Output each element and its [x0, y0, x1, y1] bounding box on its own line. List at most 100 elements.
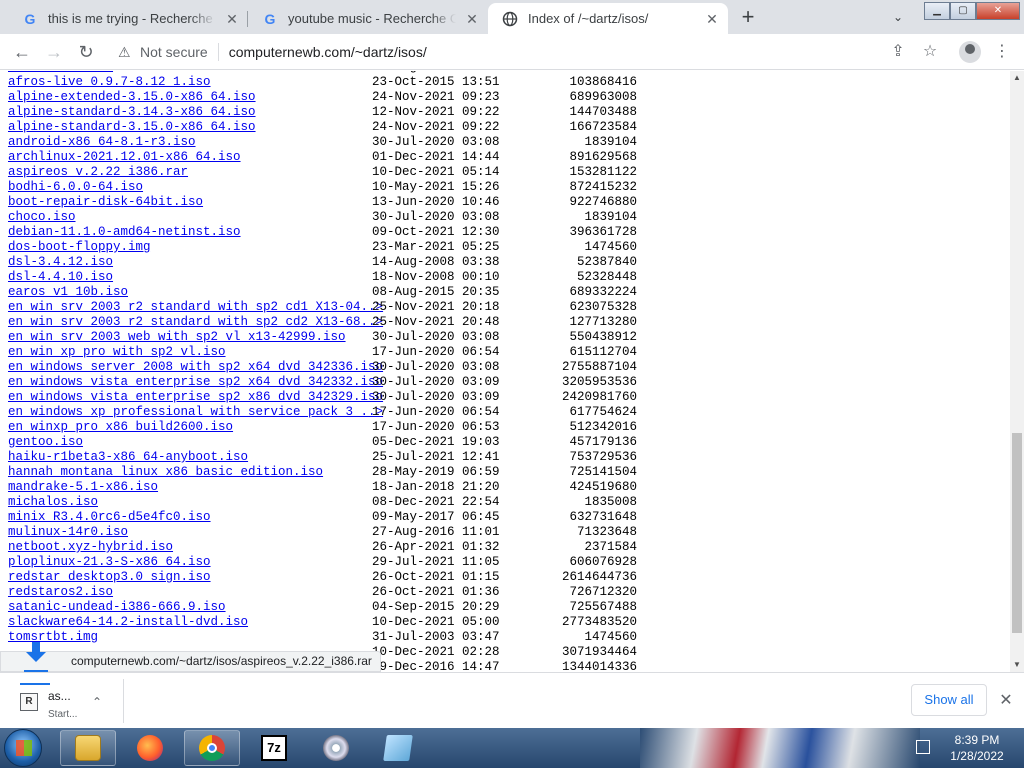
file-link[interactable]: gentoo.iso — [8, 435, 83, 450]
file-link[interactable]: en_win_xp_pro_with_sp2_vl.iso — [8, 345, 226, 360]
file-link[interactable]: redstar_desktop3.0_sign.iso — [8, 570, 211, 585]
chrome-icon[interactable] — [184, 730, 240, 766]
vertical-scrollbar[interactable]: ▲ ▼ — [1010, 71, 1024, 672]
file-link[interactable]: dsl-4.4.10.iso — [8, 270, 113, 285]
file-date: 18-Nov-2008 00:10 — [372, 270, 500, 284]
tab-index-isos[interactable]: Index of /~dartz/isos/ ✕ — [488, 3, 728, 34]
file-size: 52387840 — [576, 255, 637, 269]
back-button[interactable]: ← — [10, 40, 34, 64]
file-date: 01-Dec-2021 14:44 — [372, 150, 500, 164]
scrollbar-thumb[interactable] — [1012, 433, 1022, 633]
warning-triangle-icon[interactable]: ⚠ — [118, 44, 134, 61]
file-size: 1839104 — [584, 210, 637, 224]
file-link[interactable]: alpine-standard-3.15.0-x86_64.iso — [8, 120, 256, 135]
file-link[interactable]: afros-live_0.9.7-8.12_1.iso — [8, 75, 211, 90]
forward-button[interactable]: → — [42, 40, 66, 64]
close-icon[interactable]: ✕ — [704, 11, 720, 27]
file-size: 457179136 — [569, 435, 637, 449]
file-link[interactable]: bodhi-6.0.0-64.iso — [8, 180, 143, 195]
profile-avatar-icon[interactable] — [959, 41, 981, 63]
file-size: 872415232 — [569, 180, 637, 194]
url-text[interactable]: computernewb.com/~dartz/isos/ — [229, 44, 427, 60]
file-link[interactable]: en_windows_server_2008_with_sp2_x64_dvd_… — [8, 360, 383, 375]
file-link[interactable]: en_win_srv_2003_r2_standard_with_sp2_cd2… — [8, 315, 383, 330]
file-link[interactable]: alpine-standard-3.14.3-x86_64.iso — [8, 105, 256, 120]
bookmark-star-icon[interactable]: ☆ — [920, 42, 940, 62]
tab-search-button[interactable]: ⌄ — [886, 6, 910, 28]
file-date: 17-Jun-2020 06:54 — [372, 345, 500, 359]
file-size: 3071934464 — [561, 645, 637, 659]
file-link[interactable]: haiku-r1beta3-x86_64-anyboot.iso — [8, 450, 248, 465]
file-link[interactable]: en_windows_xp_professional_with_service_… — [8, 405, 383, 420]
menu-icon[interactable]: ⋮ — [992, 42, 1012, 62]
file-link[interactable]: en_win_srv_2003_r2_standard_with_sp2_cd1… — [8, 300, 383, 315]
file-date: 25-Nov-2021 20:48 — [372, 315, 500, 329]
file-size: 52328448 — [576, 270, 637, 284]
close-icon[interactable]: ✕ — [224, 11, 240, 27]
file-link[interactable]: dos-boot-floppy.img — [8, 240, 151, 255]
file-link[interactable]: mulinux-14r0.iso — [8, 525, 128, 540]
file-link[interactable]: ploplinux-21.3-S-x86_64.iso — [8, 555, 211, 570]
maximize-button[interactable]: ▢ — [950, 2, 976, 20]
7zip-icon[interactable]: 7z — [246, 730, 302, 766]
scroll-down-icon[interactable]: ▼ — [1010, 658, 1024, 672]
file-size: 891629568 — [569, 150, 637, 164]
tab-google-search-1[interactable]: G this is me trying - Recherche Google ✕ — [8, 3, 248, 34]
file-link[interactable]: netboot.xyz-hybrid.iso — [8, 540, 173, 555]
security-label[interactable]: Not secure — [140, 44, 208, 60]
file-link[interactable]: choco.iso — [8, 210, 76, 225]
file-link[interactable]: en_winxp_pro_x86_build2600.iso — [8, 420, 233, 435]
file-link[interactable]: debian-11.1.0-amd64-netinst.iso — [8, 225, 241, 240]
file-link[interactable]: minix_R3.4.0rc6-d5e4fc0.iso — [8, 510, 211, 525]
close-icon[interactable]: ✕ — [996, 690, 1016, 710]
file-link[interactable]: earos_v1_10b.iso — [8, 285, 128, 300]
file-date: 31-Jul-2003 03:47 — [372, 630, 500, 644]
file-link[interactable]: michalos.iso — [8, 495, 98, 510]
file-link[interactable]: redstaros2.iso — [8, 585, 113, 600]
file-link[interactable]: dsl-3.4.12.iso — [8, 255, 113, 270]
file-date: 26-Oct-2021 01:15 — [372, 570, 500, 584]
show-all-button[interactable]: Show all — [911, 684, 987, 716]
file-link[interactable]: hannah_montana_linux_x86_basic_edition.i… — [8, 465, 323, 480]
tab-title: this is me trying - Recherche Google — [48, 11, 216, 26]
file-link[interactable]: en_win_srv_2003_web_with_sp2_vl_x13-4299… — [8, 330, 346, 345]
clock-time[interactable]: 8:39 PM — [942, 733, 1012, 747]
file-link[interactable]: mandrake-5.1-x86.iso — [8, 480, 158, 495]
share-icon[interactable]: ⇪ — [888, 42, 908, 62]
reload-button[interactable]: ↻ — [74, 40, 98, 64]
file-explorer-icon[interactable] — [60, 730, 116, 766]
file-link[interactable]: satanic-undead-i386-666.9.iso — [8, 600, 226, 615]
file-link[interactable]: aspireos_v.2.22_i386.rar — [8, 165, 188, 180]
file-link[interactable]: android-x86_64-8.1-r3.iso — [8, 135, 196, 150]
window-close-button[interactable]: ✕ — [976, 2, 1020, 20]
address-bar[interactable]: ⚠ Not secure computernewb.com/~dartz/iso… — [108, 38, 928, 66]
file-date: 17-Jun-2020 06:53 — [372, 420, 500, 434]
media-player-icon[interactable] — [308, 730, 364, 766]
download-item[interactable]: R as... Start... ⌃ — [8, 679, 124, 723]
file-link[interactable]: archlinux-2021.12.01-x86_64.iso — [8, 150, 241, 165]
action-center-icon[interactable] — [916, 740, 930, 754]
file-size: 550438912 — [569, 330, 637, 344]
new-tab-button[interactable]: + — [734, 4, 762, 29]
file-link[interactable]: en_windows_vista_enterprise_sp2_x86_dvd_… — [8, 390, 383, 405]
file-size: 606076928 — [569, 555, 637, 569]
start-button[interactable] — [4, 729, 42, 767]
file-link[interactable]: boot-repair-disk-64bit.iso — [8, 195, 203, 210]
chevron-up-icon[interactable]: ⌃ — [92, 695, 102, 709]
download-progress — [20, 683, 50, 685]
file-date: 10-Dec-2021 05:00 — [372, 615, 500, 629]
file-link[interactable]: en_windows_vista_enterprise_sp2_x64_dvd_… — [8, 375, 383, 390]
file-size: 2420981760 — [561, 390, 637, 404]
minimize-button[interactable]: ▁ — [924, 2, 950, 20]
file-link[interactable]: slackware64-14.2-install-dvd.iso — [8, 615, 248, 630]
file-size: 1839104 — [584, 135, 637, 149]
clock-date[interactable]: 1/28/2022 — [942, 749, 1012, 763]
scroll-up-icon[interactable]: ▲ — [1010, 71, 1024, 85]
notepad-icon[interactable] — [370, 730, 426, 766]
tab-google-search-2[interactable]: G youtube music - Recherche Google ✕ — [248, 3, 488, 34]
file-date: 30-Jul-2020 03:08 — [372, 135, 500, 149]
file-link[interactable]: alpine-extended-3.15.0-x86_64.iso — [8, 90, 256, 105]
file-date: 26-Apr-2021 01:32 — [372, 540, 500, 554]
close-icon[interactable]: ✕ — [464, 11, 480, 27]
firefox-icon[interactable] — [122, 730, 178, 766]
